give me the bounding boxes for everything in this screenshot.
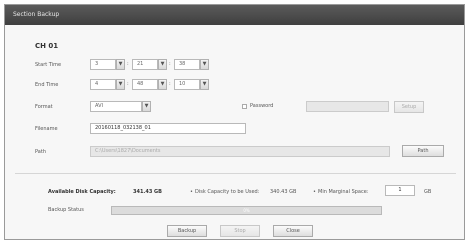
backup-progress-bar: 0%	[111, 206, 382, 215]
end-second-dropdown-icon[interactable]: ▼	[200, 79, 209, 90]
min-marginal-space-input[interactable]: 1	[385, 185, 415, 196]
bullet: •	[313, 189, 316, 195]
progress-text: 0%	[243, 208, 250, 213]
path-label: Path	[35, 149, 46, 155]
close-button[interactable]: Close	[273, 225, 313, 237]
filename-label: Filename	[35, 126, 58, 132]
filename-input[interactable]: 20160118_032138_01	[90, 123, 246, 134]
start-minute-dropdown-icon[interactable]: ▼	[158, 59, 167, 70]
start-hour-field[interactable]: 3	[90, 59, 116, 70]
time-separator: :	[127, 81, 129, 87]
backup-button[interactable]: Backup	[167, 225, 207, 237]
start-hour-dropdown-icon[interactable]: ▼	[116, 59, 125, 70]
backup-status-label: Backup Status	[48, 207, 84, 213]
channel-label: CH 01	[35, 42, 59, 50]
end-hour-field[interactable]: 4	[90, 79, 116, 90]
time-separator: :	[169, 81, 171, 87]
end-minute-field[interactable]: 48	[132, 79, 158, 90]
password-input[interactable]	[306, 101, 389, 112]
format-select[interactable]: AVI	[90, 101, 142, 112]
format-label: Format	[35, 104, 53, 110]
end-time-label: End Time	[35, 82, 59, 88]
start-minute-field[interactable]: 21	[132, 59, 158, 70]
bullet: •	[190, 189, 193, 195]
start-time-label: Start Time	[35, 62, 62, 68]
time-separator: :	[169, 61, 171, 67]
min-marginal-space-label: Min Marginal Space:	[318, 189, 369, 195]
time-separator: :	[127, 61, 129, 67]
start-second-field[interactable]: 38	[174, 59, 200, 70]
path-input: C:\Users\1827\Documents	[90, 146, 390, 157]
setup-button[interactable]: Setup	[394, 101, 424, 113]
end-second-field[interactable]: 10	[174, 79, 200, 90]
divider	[15, 173, 456, 174]
section-backup-dialog: Section Backup CH 01 Start Time 3 ▼ : 21…	[4, 4, 465, 240]
password-checkbox[interactable]	[242, 104, 247, 109]
format-dropdown-icon[interactable]: ▼	[142, 101, 151, 112]
dialog-title: Section Backup	[5, 5, 464, 25]
disk-to-be-used-label: Disk Capacity to be Used:	[195, 189, 260, 195]
end-minute-dropdown-icon[interactable]: ▼	[158, 79, 167, 90]
path-button[interactable]: Path	[402, 145, 444, 157]
disk-to-be-used-value: 340.43 GB	[270, 189, 297, 195]
available-disk-capacity-label: Available Disk Capacity:	[48, 189, 116, 195]
end-hour-dropdown-icon[interactable]: ▼	[116, 79, 125, 90]
available-disk-capacity-value: 341.43 GB	[133, 189, 162, 195]
start-second-dropdown-icon[interactable]: ▼	[200, 59, 209, 70]
stop-button[interactable]: Stop	[220, 225, 260, 237]
password-label: Password	[250, 103, 274, 109]
min-marginal-space-unit: GB	[424, 189, 432, 195]
